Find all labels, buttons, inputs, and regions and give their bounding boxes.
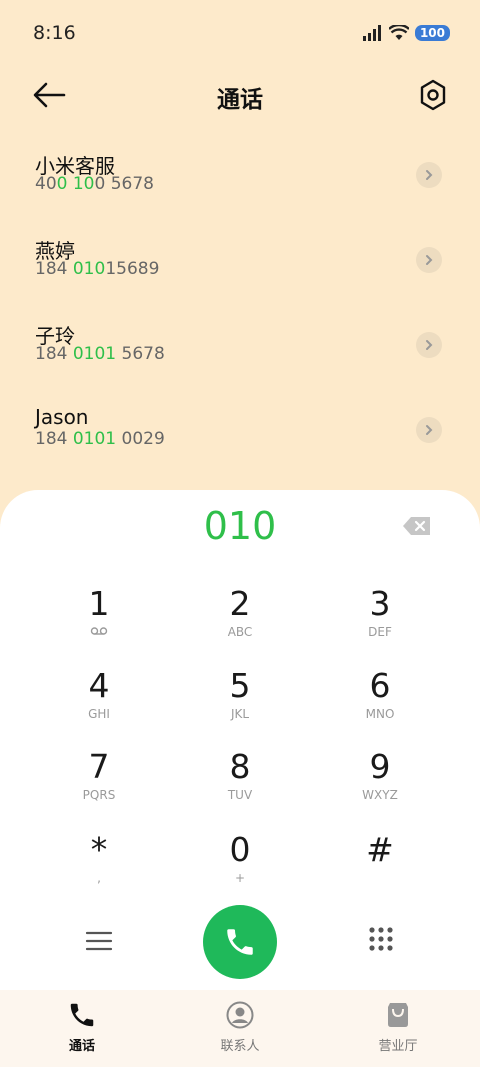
- dial-key-star[interactable]: * ,: [39, 832, 159, 902]
- phone-icon: [227, 929, 253, 955]
- contact-name: Jason: [35, 405, 89, 429]
- backspace-icon[interactable]: [402, 516, 432, 536]
- status-time: 8:16: [33, 22, 76, 44]
- dial-key-4[interactable]: 4 GHI: [39, 668, 159, 738]
- contact-item[interactable]: 子玲 184 0101 5678: [0, 310, 480, 395]
- page-title: 通话: [217, 87, 263, 113]
- voicemail-icon: [90, 627, 108, 635]
- bottom-tab-bar: 通话 联系人 营业厅: [0, 990, 480, 1067]
- tab-label: 联系人: [220, 1039, 260, 1054]
- dial-key-6[interactable]: 6 MNO: [320, 668, 440, 738]
- contact-number: 184 01015689: [35, 259, 160, 279]
- dial-key-3[interactable]: 3 DEF: [320, 586, 440, 656]
- phone-icon: [70, 1003, 94, 1027]
- tab-label: 营业厅: [378, 1039, 418, 1054]
- contact-item[interactable]: 燕婷 184 01015689: [0, 225, 480, 310]
- contact-number: 400 100 5678: [35, 174, 154, 194]
- dial-key-hash[interactable]: #: [320, 832, 440, 902]
- signal-icon: [362, 25, 381, 41]
- chevron-right-icon[interactable]: [416, 162, 442, 188]
- contact-name: 小米客服: [35, 154, 115, 178]
- settings-hexagon-icon[interactable]: [418, 78, 448, 112]
- header: 通话: [0, 68, 480, 122]
- call-button[interactable]: [203, 905, 277, 979]
- tab-calls[interactable]: 通话: [32, 1000, 132, 1054]
- dial-key-7[interactable]: 7 PQRS: [39, 749, 159, 819]
- dialpad-panel: 010 1 2 ABC 3 DEF 4 GHI 5 JKL 6 MNO 7 PQ…: [0, 490, 480, 990]
- contact-name: 燕婷: [35, 239, 75, 263]
- dial-key-5[interactable]: 5 JKL: [180, 668, 300, 738]
- dial-key-0[interactable]: 0 +: [180, 832, 300, 902]
- tab-service-hall[interactable]: 营业厅: [348, 1000, 448, 1054]
- status-bar: 8:16 100: [0, 0, 480, 68]
- contact-item[interactable]: Jason 184 0101 0029: [0, 395, 480, 480]
- contact-item[interactable]: 小米客服 400 100 5678: [0, 140, 480, 225]
- menu-icon[interactable]: [85, 930, 113, 952]
- dial-key-2[interactable]: 2 ABC: [180, 586, 300, 656]
- dial-key-1[interactable]: 1: [39, 586, 159, 656]
- tab-label: 通话: [68, 1039, 95, 1054]
- contact-name: 子玲: [35, 324, 75, 348]
- chevron-right-icon[interactable]: [416, 247, 442, 273]
- chevron-right-icon[interactable]: [416, 332, 442, 358]
- bag-icon: [388, 1003, 408, 1027]
- keypad-grid-icon[interactable]: [368, 926, 394, 952]
- contact-number: 184 0101 0029: [35, 429, 165, 449]
- contact-results-list: 小米客服 400 100 5678 燕婷 184 01015689 子玲 184…: [0, 140, 480, 480]
- tab-contacts[interactable]: 联系人: [190, 1000, 290, 1054]
- status-icons: 100: [362, 22, 450, 44]
- battery-indicator: 100: [414, 25, 450, 41]
- contact-number: 184 0101 5678: [35, 344, 165, 364]
- dial-key-9[interactable]: 9 WXYZ: [320, 749, 440, 819]
- dial-key-8[interactable]: 8 TUV: [180, 749, 300, 819]
- chevron-right-icon[interactable]: [416, 417, 442, 443]
- wifi-icon: [388, 25, 409, 40]
- person-icon: [226, 1001, 254, 1029]
